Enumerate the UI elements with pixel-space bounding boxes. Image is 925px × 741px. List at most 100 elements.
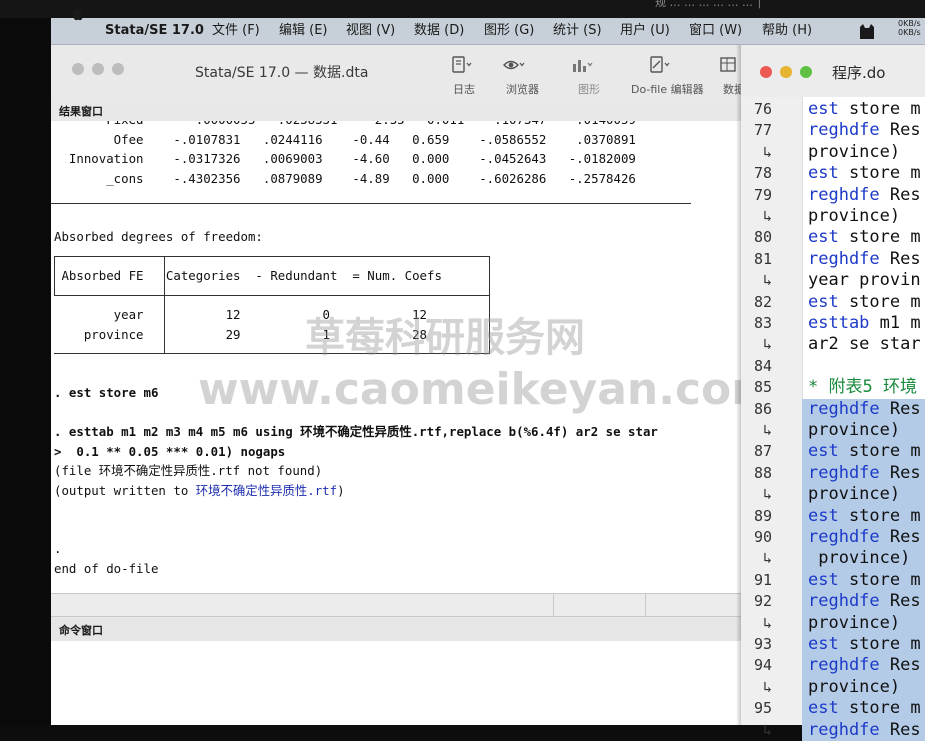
results-window-title: 结果窗口 (59, 105, 103, 118)
close-window-button[interactable] (72, 63, 84, 75)
line-number: 88 (753, 463, 772, 482)
code-line[interactable]: province) (808, 613, 900, 634)
table-rule (54, 256, 490, 257)
line-number: ↳ (762, 720, 772, 739)
code-line[interactable]: est store m (808, 227, 921, 248)
eye-icon[interactable] (503, 56, 525, 74)
line-number: ↳ (762, 485, 772, 504)
command-input[interactable] (51, 641, 741, 725)
apple-logo-icon[interactable] (70, 5, 84, 21)
net-download: 0KB/s (898, 28, 921, 37)
status-cell (645, 594, 646, 616)
code-line[interactable]: province) (808, 484, 900, 505)
code-line[interactable]: reghdfe Res (808, 120, 921, 141)
line-number: 84 (753, 356, 772, 375)
table-rule (54, 295, 490, 296)
code-line[interactable]: * 附表5 环境 (808, 377, 917, 398)
code-line[interactable]: est store m (808, 292, 921, 313)
code-line[interactable]: est store m (808, 634, 921, 655)
line-number: 87 (753, 442, 772, 461)
code-line[interactable]: reghdfe Res (808, 591, 921, 612)
menu-file[interactable]: 文件 (F) (212, 18, 260, 44)
code-text: Res (879, 248, 921, 269)
toolbar-log-label[interactable]: 日志 (453, 81, 475, 97)
editor-zoom-button[interactable] (800, 66, 812, 78)
code-keyword: reghdfe (808, 527, 880, 547)
toolbar-dofile-label[interactable]: Do-file 编辑器 (631, 81, 704, 97)
code-line[interactable]: reghdfe Res (808, 399, 921, 420)
bar-chart-icon[interactable] (571, 56, 593, 74)
line-number: ↳ (762, 335, 772, 354)
toolbar-browser-label[interactable]: 浏览器 (506, 81, 539, 97)
code-text: Res (879, 398, 921, 419)
code-text: store m (838, 291, 921, 312)
toolbar-graph-label[interactable]: 图形 (578, 81, 600, 97)
result-line: (output written to 环境不确定性异质性.rtf) (54, 483, 345, 499)
code-line[interactable]: province) (808, 677, 900, 698)
code-text: Res (879, 655, 921, 676)
code-keyword: est (808, 505, 839, 526)
top-strip-text: 规 … … … … … … ∣ (655, 0, 762, 9)
zoom-window-button[interactable] (112, 63, 124, 75)
code-keyword: est (808, 569, 839, 590)
menu-graphics[interactable]: 图形 (G) (484, 18, 534, 44)
line-number: ↳ (762, 549, 772, 568)
line-number: ↳ (762, 421, 772, 439)
code-line[interactable]: province) (808, 206, 900, 227)
network-speed: 0KB/s 0KB/s (898, 19, 921, 37)
code-line[interactable]: est store m (808, 163, 921, 184)
menu-user[interactable]: 用户 (U) (620, 18, 670, 44)
menu-data[interactable]: 数据 (D) (414, 18, 464, 44)
code-line[interactable]: esttab m1 m (808, 313, 921, 334)
code-line[interactable]: reghdfe Res (808, 655, 921, 676)
result-line-text: (output written to (54, 482, 196, 498)
code-line[interactable]: reghdfe Res (808, 720, 921, 741)
code-text: Res (879, 462, 921, 483)
code-line[interactable]: est store m (808, 441, 921, 462)
code-line[interactable]: ar2 se star (808, 334, 921, 355)
results-window-header: 结果窗口 (51, 101, 741, 122)
log-icon[interactable] (451, 56, 473, 74)
line-number: 95 (753, 699, 772, 718)
code-keyword: reghdfe (808, 120, 880, 141)
code-line[interactable]: reghdfe Res (808, 249, 921, 270)
line-number: 85 (753, 378, 772, 397)
code-line[interactable]: est store m (808, 698, 921, 719)
code-text: store m (838, 441, 921, 462)
code-line[interactable]: reghdfe Res (808, 185, 921, 206)
minimize-window-button[interactable] (92, 63, 104, 75)
code-line[interactable]: province) (808, 142, 900, 163)
code-keyword: est (808, 227, 839, 248)
code-line[interactable]: year provin (808, 270, 921, 291)
editor-minimize-button[interactable] (780, 66, 792, 78)
do-file-icon[interactable] (649, 56, 671, 74)
line-number: 76 (753, 100, 772, 118)
menu-window[interactable]: 窗口 (W) (689, 18, 742, 44)
output-file-link[interactable]: 环境不确定性异质性.rtf (196, 483, 337, 498)
code-line[interactable]: est store m (808, 99, 921, 120)
line-number: 77 (753, 121, 772, 140)
editor-close-button[interactable] (760, 66, 772, 78)
code-line[interactable]: province) (808, 548, 910, 569)
menu-view[interactable]: 视图 (V) (346, 18, 395, 44)
code-text: store m (838, 634, 921, 654)
line-number: 91 (753, 570, 772, 589)
code-text: store m (838, 698, 921, 719)
code-line[interactable]: reghdfe Res (808, 463, 921, 484)
net-upload: 0KB/s (898, 19, 921, 28)
result-line: end of do-file (54, 560, 159, 576)
menu-help[interactable]: 帮助 (H) (762, 18, 812, 44)
code-line[interactable]: reghdfe Res (808, 527, 921, 548)
line-number: ↳ (762, 613, 772, 632)
code-line[interactable]: est store m (808, 570, 921, 591)
code-line[interactable]: province) (808, 420, 900, 441)
code-keyword: reghdfe (808, 462, 880, 483)
menu-statistics[interactable]: 统计 (S) (553, 18, 602, 44)
cat-icon[interactable] (858, 23, 876, 40)
status-cell (553, 594, 554, 616)
code-line[interactable]: est store m (808, 506, 921, 527)
menu-app-name[interactable]: Stata/SE 17.0 (105, 18, 204, 44)
menu-edit[interactable]: 编辑 (E) (279, 18, 328, 44)
editor-title: 程序.do (832, 64, 886, 82)
code-keyword: est (808, 441, 839, 462)
